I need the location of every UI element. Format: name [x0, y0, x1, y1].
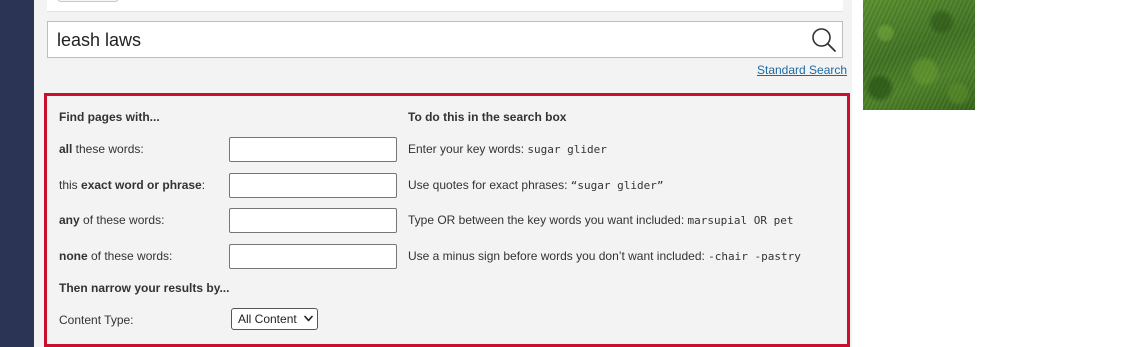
search-button[interactable]: [811, 27, 837, 53]
search-bar: [47, 21, 843, 58]
any-words-label: any of these words:: [59, 213, 165, 227]
narrow-results-heading: Then narrow your results by...: [59, 281, 230, 295]
any-words-field[interactable]: [229, 208, 397, 233]
none-words-label: none of these words:: [59, 249, 173, 263]
content-type-label: Content Type:: [59, 313, 134, 327]
any-words-hint: Type OR between the key words you want i…: [408, 213, 794, 227]
search-input[interactable]: [57, 29, 797, 51]
find-pages-heading: Find pages with...: [59, 110, 160, 124]
content-type-select[interactable]: All Content: [231, 308, 318, 330]
todo-heading: To do this in the search box: [408, 110, 567, 124]
content-type-selected-value: All Content: [238, 312, 297, 326]
left-sidebar-rail: [0, 0, 34, 347]
all-words-field[interactable]: [229, 137, 397, 162]
magnifier-icon: [812, 28, 836, 52]
none-words-hint: Use a minus sign before words you don’t …: [408, 249, 801, 263]
grass-photo: [863, 0, 975, 110]
chevron-down-icon: [304, 315, 313, 322]
standard-search-link[interactable]: Standard Search: [757, 63, 847, 77]
all-words-hint: Enter your key words: sugar glider: [408, 142, 607, 156]
exact-phrase-field[interactable]: [229, 173, 397, 198]
top-strip-tab[interactable]: [57, 0, 119, 2]
exact-phrase-label: this exact word or phrase:: [59, 178, 206, 192]
top-strip: [47, 0, 843, 12]
all-words-label: all these words:: [59, 142, 144, 156]
exact-phrase-hint: Use quotes for exact phrases: “sugar gli…: [408, 178, 664, 192]
advanced-search-panel: Find pages with... To do this in the sea…: [44, 93, 850, 347]
none-words-field[interactable]: [229, 244, 397, 269]
